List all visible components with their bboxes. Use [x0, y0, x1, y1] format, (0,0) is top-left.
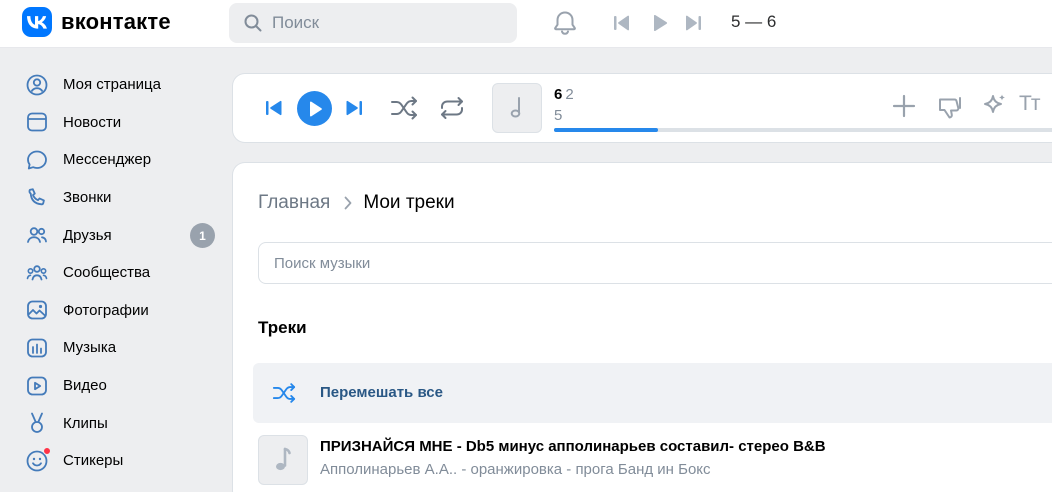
music-content-panel: Главная Мои треки Треки Перемешать все П…	[233, 163, 1052, 492]
news-icon	[27, 112, 47, 132]
audio-player: 62 5 Tт	[233, 74, 1052, 142]
music-note-icon	[276, 447, 291, 471]
sidebar-item-label: Звонки	[63, 189, 112, 207]
header-previous-icon[interactable]	[612, 13, 632, 33]
sidebar-item-label: Клипы	[63, 414, 108, 432]
player-cover[interactable]	[492, 83, 542, 133]
global-search-input[interactable]: Поиск	[229, 3, 517, 43]
text-size-icon[interactable]: Tт	[1019, 92, 1040, 116]
sidebar-item-label: Мессенджер	[63, 151, 152, 169]
player-title-main: 6	[554, 86, 563, 103]
repeat-icon[interactable]	[438, 95, 466, 121]
next-track-icon[interactable]	[345, 99, 363, 117]
clips-icon	[31, 412, 43, 434]
sidebar-item-photos[interactable]: Фотографии	[0, 292, 230, 330]
tracks-section-title: Треки	[258, 318, 307, 337]
track-artist[interactable]: Апполинарьев А.А.. - оранжировка - прога…	[320, 461, 711, 478]
sidebar-item-music[interactable]: Музыка	[0, 329, 230, 367]
sidebar-item-news[interactable]: Новости	[0, 104, 230, 142]
chevron-right-icon	[344, 196, 352, 210]
groups-icon	[26, 265, 48, 281]
sidebar-item-communities[interactable]: Сообщества	[0, 254, 230, 292]
friends-count-badge: 1	[190, 223, 215, 249]
sidebar-item-label: Музыка	[63, 339, 117, 357]
sidebar-item-label: Новости	[63, 113, 122, 131]
shuffle-all-button[interactable]: Перемешать все	[253, 363, 1052, 423]
notifications-bell-icon[interactable]	[551, 9, 579, 37]
friends-icon	[27, 227, 47, 244]
player-progress-bar[interactable]	[554, 128, 1052, 132]
sidebar-item-label: Сообщества	[63, 264, 151, 282]
track-row[interactable]: ПРИЗНАЙСЯ МНЕ - Db5 минус апполинарьев с…	[253, 428, 1052, 488]
search-icon	[244, 14, 262, 32]
track-title[interactable]: ПРИЗНАЙСЯ МНЕ - Db5 минус апполинарьев с…	[320, 438, 826, 455]
breadcrumb-current: Мои треки	[363, 192, 455, 213]
music-search-field[interactable]	[258, 242, 1052, 284]
phone-icon	[28, 187, 45, 205]
left-sidebar: Моя страница Новости Мессенджер Звонки Д…	[0, 66, 230, 480]
sidebar-item-stickers[interactable]: Стикеры	[0, 442, 230, 480]
sidebar-item-video[interactable]: Видео	[0, 367, 230, 405]
shuffle-icon[interactable]	[390, 95, 418, 121]
header-play-icon[interactable]	[650, 13, 670, 33]
music-icon	[27, 338, 47, 358]
sidebar-item-calls[interactable]: Звонки	[0, 179, 230, 217]
top-header: вконтакте Поиск 5 — 6	[0, 0, 1052, 48]
breadcrumb-home-link[interactable]: Главная	[258, 192, 330, 214]
message-icon	[27, 150, 47, 170]
player-track-title[interactable]: 62	[554, 86, 574, 103]
previous-track-icon[interactable]	[265, 99, 283, 117]
vk-logo[interactable]: вконтакте	[22, 7, 171, 37]
brand-name: вконтакте	[61, 9, 171, 34]
sidebar-item-label: Стикеры	[63, 452, 124, 470]
sidebar-item-messenger[interactable]: Мессенджер	[0, 141, 230, 179]
play-icon	[309, 101, 322, 116]
vk-logo-icon	[22, 7, 52, 37]
player-progress-fill	[554, 128, 658, 132]
video-icon	[27, 376, 47, 395]
photo-icon	[27, 300, 47, 320]
breadcrumb: Главная Мои треки	[258, 192, 455, 214]
user-circle-icon	[26, 74, 48, 96]
sidebar-item-friends[interactable]: Друзья 1	[0, 216, 230, 254]
global-search-placeholder: Поиск	[272, 13, 320, 32]
header-now-playing[interactable]: 5 — 6	[731, 12, 776, 32]
sidebar-item-label: Фотографии	[63, 301, 149, 319]
player-title-sub: 2	[565, 86, 574, 103]
track-cover[interactable]	[258, 435, 308, 485]
add-track-icon[interactable]	[891, 93, 917, 119]
play-button[interactable]	[297, 91, 332, 126]
player-track-artist[interactable]: 5	[554, 107, 562, 124]
sidebar-item-label: Видео	[63, 377, 107, 395]
music-note-icon	[510, 97, 521, 118]
header-next-icon[interactable]	[683, 13, 703, 33]
dislike-icon[interactable]	[936, 93, 964, 121]
sidebar-item-label: Друзья	[63, 226, 112, 244]
music-search-input[interactable]	[259, 243, 1052, 283]
sticker-icon-wrapper	[25, 446, 51, 473]
sidebar-item-clips[interactable]: Клипы	[0, 404, 230, 442]
shuffle-all-icon	[272, 383, 296, 403]
sidebar-item-label: Моя страница	[63, 76, 161, 94]
sparkle-icon[interactable]	[981, 92, 1009, 120]
stickers-notification-dot	[43, 446, 51, 455]
shuffle-all-label: Перемешать все	[320, 384, 443, 401]
sidebar-item-my-page[interactable]: Моя страница	[0, 66, 230, 104]
